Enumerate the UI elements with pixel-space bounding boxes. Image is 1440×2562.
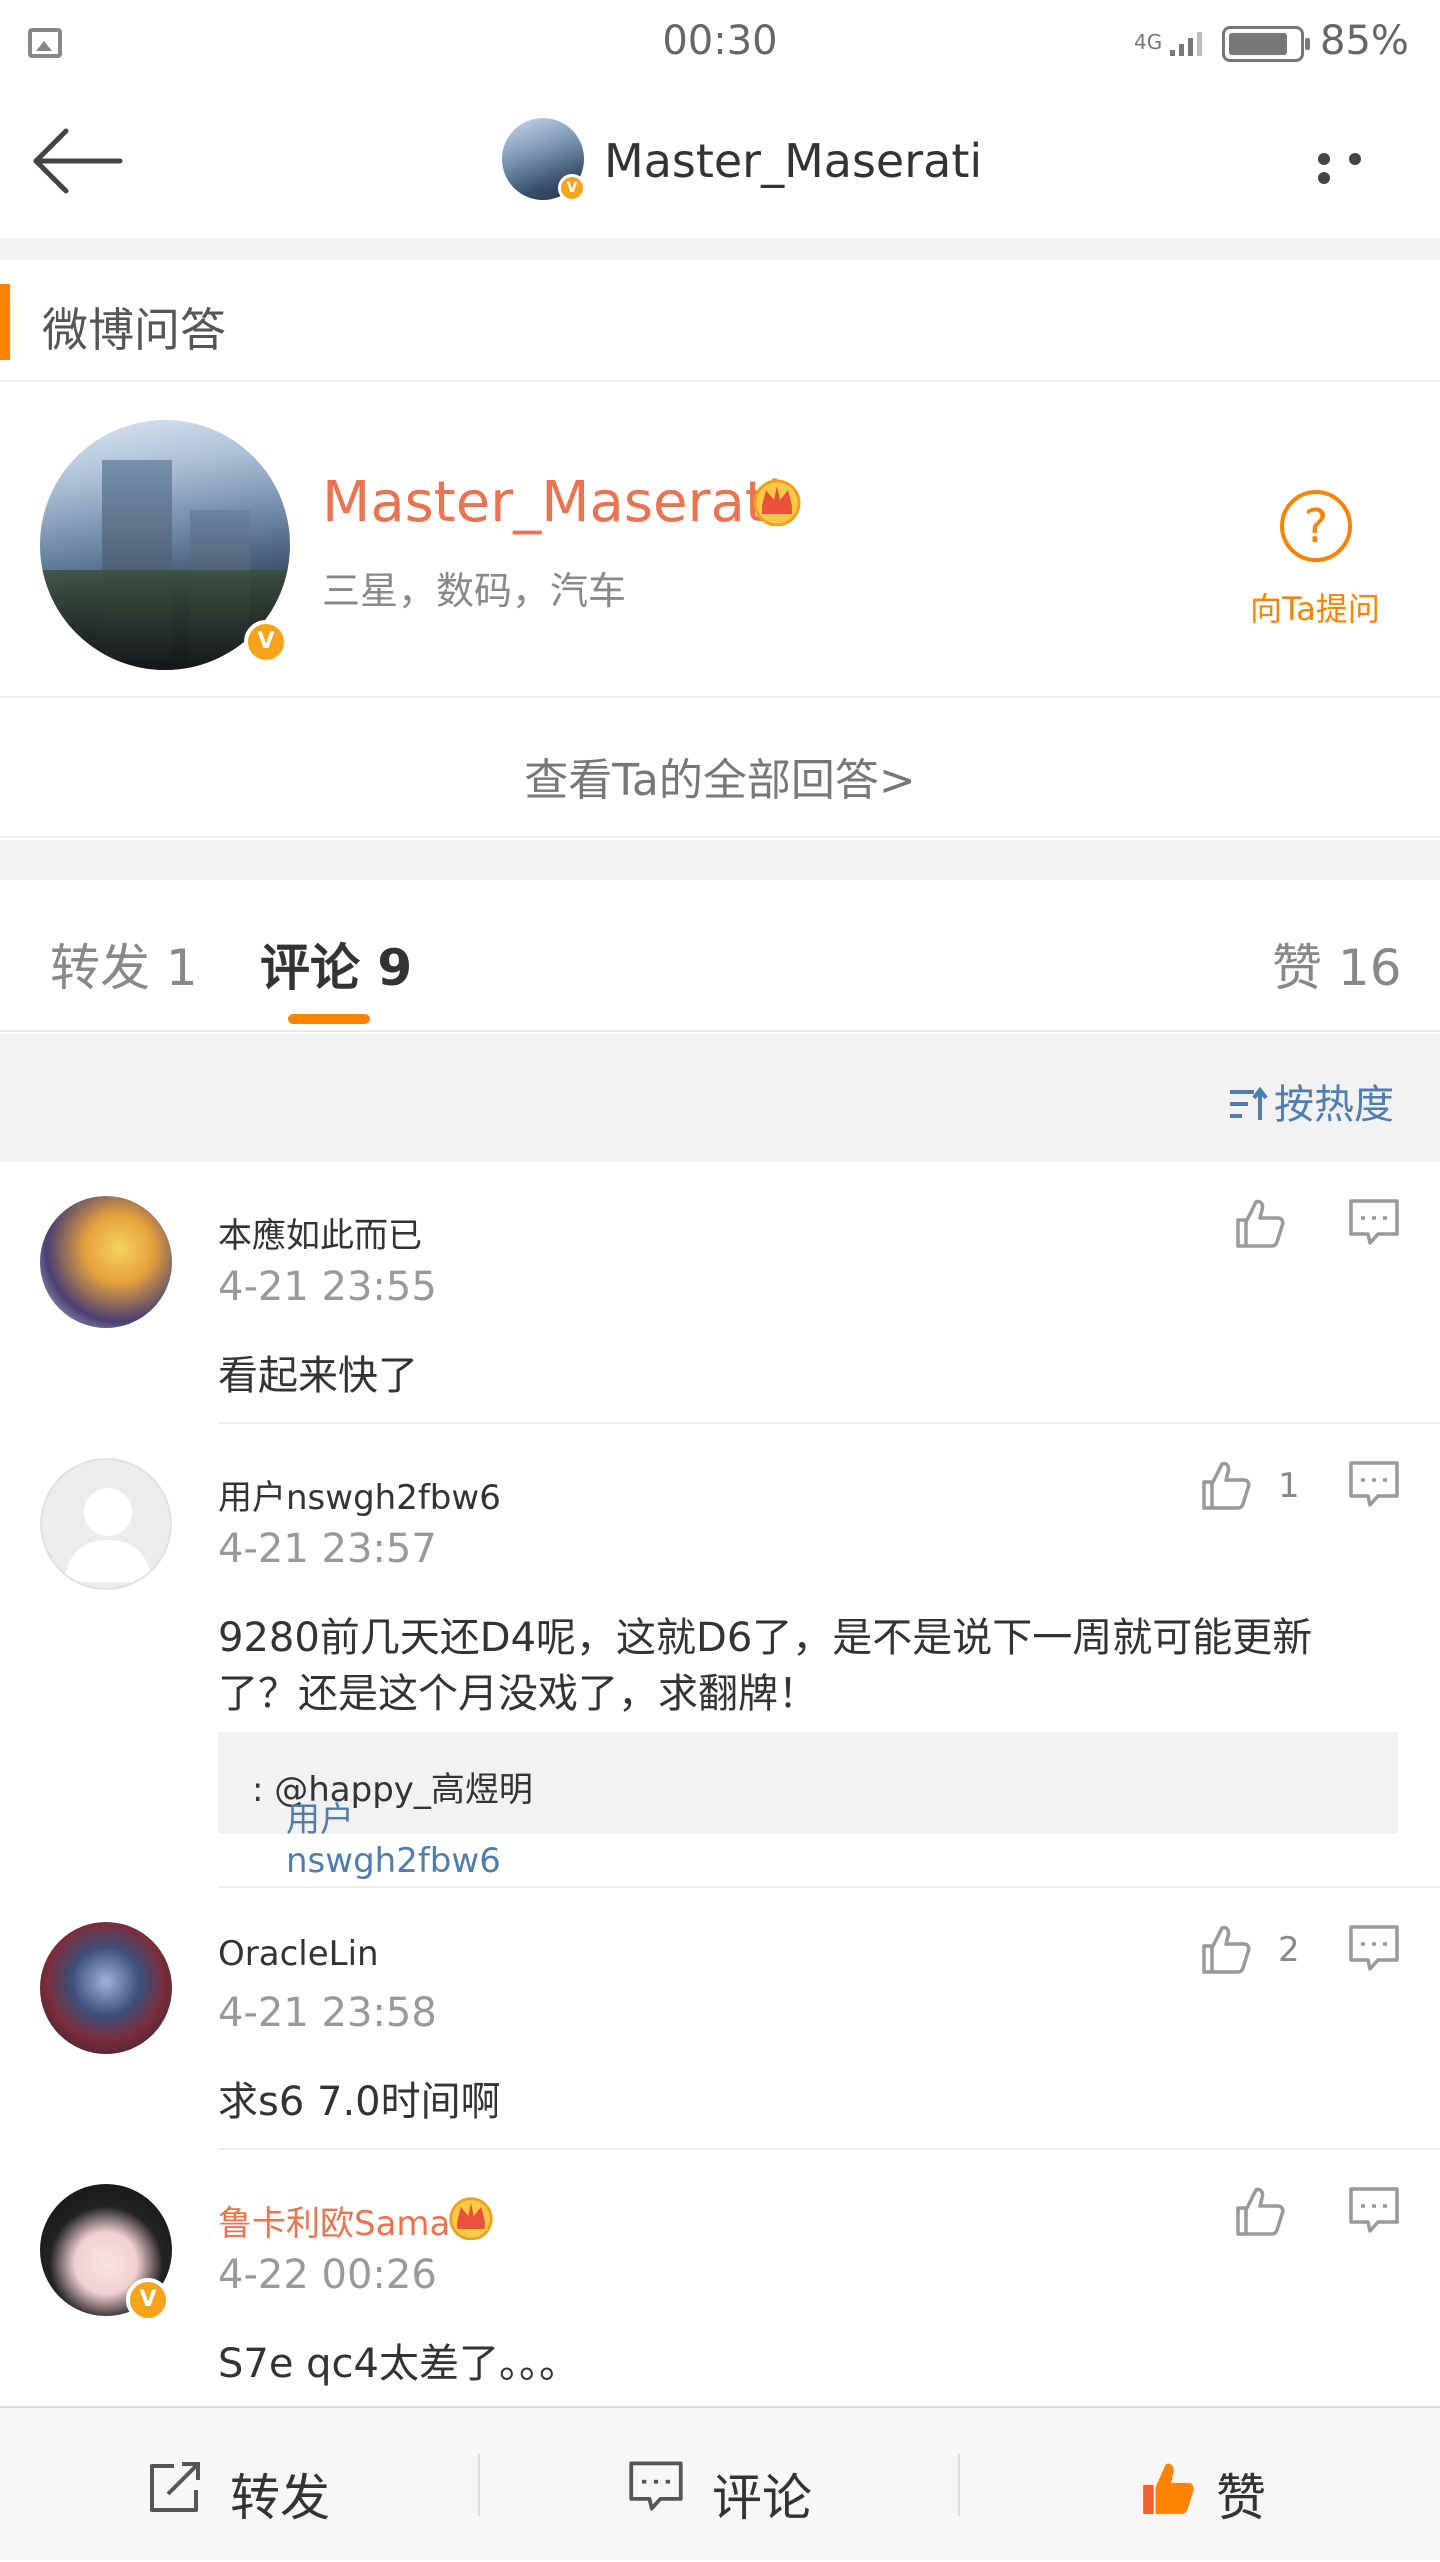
reply-icon[interactable]: [1348, 1924, 1400, 1972]
like-icon[interactable]: [1232, 1196, 1286, 1250]
like-count: 2: [1278, 1930, 1300, 1970]
interaction-tabs: 转发 1 评论 9 赞 16: [0, 880, 1440, 1032]
section-gap: [0, 840, 1440, 880]
comment-time: 4-21 23:57: [218, 1526, 437, 1572]
comment-time: 4-21 23:58: [218, 1990, 437, 2036]
reply-icon[interactable]: [1348, 2186, 1400, 2234]
comment-text: 求s6 7.0时间啊: [218, 2079, 501, 2125]
status-bar: 00:30 4G 85%: [0, 0, 1440, 90]
comment-icon: [629, 2461, 683, 2511]
like-button[interactable]: 赞: [960, 2408, 1440, 2562]
qa-section-title: 微博问答: [42, 303, 226, 357]
commenter-name[interactable]: OracleLin: [218, 1934, 379, 1974]
comment-time: 4-22 00:26: [218, 2252, 437, 2298]
active-tab-indicator: [288, 1014, 370, 1024]
sort-bar: 按热度: [0, 1034, 1440, 1162]
like-icon[interactable]: [1232, 2184, 1286, 2238]
sort-icon: [1230, 1086, 1268, 1120]
battery-icon: [1222, 26, 1310, 62]
commenter-name[interactable]: 鲁卡利欧Sama: [218, 2196, 450, 2245]
like-label: 赞: [1216, 2469, 1266, 2527]
signal-icon: [1170, 32, 1202, 56]
sort-label: 按热度: [1274, 1082, 1394, 1128]
default-avatar-icon: [64, 1488, 152, 1582]
comment-text: S7e qc4太差了。。。: [218, 2341, 579, 2387]
commenter-avatar[interactable]: [40, 1922, 172, 2054]
commenter-name[interactable]: 用户nswgh2fbw6: [218, 1470, 501, 1519]
tab-comments[interactable]: 评论 9: [260, 928, 412, 1000]
repost-button[interactable]: 转发: [0, 2408, 480, 2562]
vip-crown-icon: [753, 479, 801, 526]
commenter-name[interactable]: 本應如此而已: [218, 1208, 422, 1257]
comment-item[interactable]: V 鲁卡利欧Sama 4-22 00:26 S7e qc4太差了。。。: [0, 2150, 1440, 2406]
comment-item[interactable]: OracleLin 4-21 23:58 2 求s6 7.0时间啊: [0, 1888, 1440, 2150]
tab-reposts[interactable]: 转发 1: [50, 928, 198, 1000]
more-icon[interactable]: [1318, 150, 1408, 184]
verified-badge-icon: V: [558, 174, 586, 202]
tab-likes[interactable]: 赞 16: [1272, 928, 1402, 1000]
reply-icon[interactable]: [1348, 1460, 1400, 1508]
comment-text: 看起来快了: [218, 1353, 418, 1399]
nav-title[interactable]: Master_Maserati: [604, 134, 982, 188]
commenter-avatar[interactable]: [40, 1458, 172, 1590]
all-answers-row[interactable]: 查看Ta的全部回答>: [0, 700, 1440, 838]
comment-text: 9280前几天还D4呢，这就D6了，是不是说下一周就可能更新了？还是这个月没戏了…: [218, 1615, 1313, 1717]
nav-avatar[interactable]: V: [502, 118, 586, 202]
comment-time: 4-21 23:55: [218, 1264, 437, 1310]
reply-preview[interactable]: 用户nswgh2fbw6: @happy_高煜明: [218, 1732, 1398, 1881]
like-icon[interactable]: [1198, 1458, 1252, 1512]
like-icon[interactable]: [1198, 1922, 1252, 1976]
qa-profile-card[interactable]: V Master_Maserati 三星，数码，汽车 ? 向Ta提问: [0, 384, 1440, 698]
nav-bar: V Master_Maserati: [0, 90, 1440, 238]
section-accent-bar: [0, 284, 10, 360]
comment-label: 评论: [712, 2469, 812, 2527]
section-gap: [0, 238, 1440, 260]
profile-name[interactable]: Master_Maserati: [322, 470, 782, 535]
comment-button[interactable]: 评论: [480, 2408, 960, 2562]
repost-label: 转发: [230, 2469, 330, 2527]
reply-icon[interactable]: [1348, 1198, 1400, 1246]
profile-tags: 三星，数码，汽车: [322, 569, 627, 613]
question-icon[interactable]: ?: [1280, 490, 1352, 562]
verified-badge-icon: V: [244, 620, 288, 664]
reply-user[interactable]: 用户nswgh2fbw6: [286, 1792, 533, 1881]
vip-crown-icon: [449, 2197, 493, 2240]
like-count: 1: [1278, 1466, 1300, 1506]
all-answers-link[interactable]: 查看Ta的全部回答>: [0, 744, 1440, 808]
verified-badge-icon: V: [126, 2278, 170, 2322]
repost-icon: [150, 2462, 200, 2512]
battery-percent: 85%: [1320, 18, 1409, 64]
back-arrow-icon[interactable]: [30, 126, 126, 196]
sort-by-hot-button[interactable]: 按热度: [1228, 1072, 1394, 1130]
like-filled-icon: [1143, 2463, 1194, 2514]
commenter-avatar[interactable]: [40, 1196, 172, 1328]
qa-section-header: 微博问答: [0, 260, 1440, 382]
comment-item[interactable]: 本應如此而已 4-21 23:55 看起来快了: [0, 1162, 1440, 1424]
comment-item[interactable]: 用户nswgh2fbw6 4-21 23:57 1 9280前几天还D4呢，这就…: [0, 1424, 1440, 1888]
bottom-action-bar: 转发 评论 赞: [0, 2406, 1440, 2560]
ask-question-button[interactable]: 向Ta提问: [1250, 584, 1380, 630]
network-type: 4G: [1134, 30, 1163, 54]
